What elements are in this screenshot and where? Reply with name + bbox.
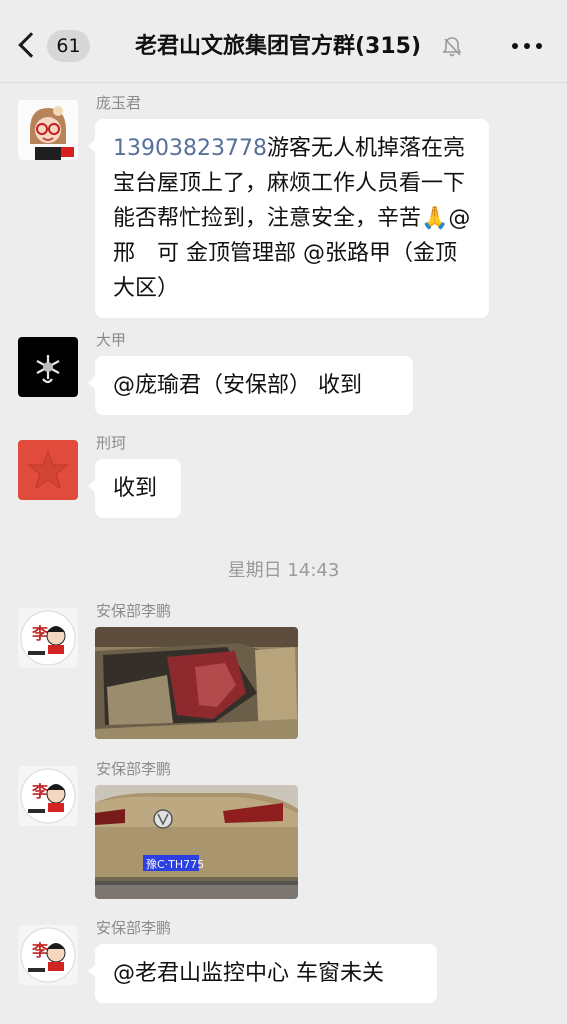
- message-text: @老君山监控中心 车窗未关: [113, 961, 384, 986]
- license-plate: 豫C·TH775: [146, 858, 204, 871]
- chat-title: 老君山文旅集团官方群(315): [134, 34, 422, 59]
- avatar-text: 李: [31, 624, 49, 643]
- car-rear-photo[interactable]: 豫C·TH775: [95, 785, 298, 899]
- avatar[interactable]: [18, 440, 78, 500]
- sender-name: 庞玉君: [96, 94, 142, 112]
- car-interior-photo[interactable]: [95, 627, 298, 739]
- avatar-text: 李: [31, 941, 49, 960]
- bell-off-icon: [442, 37, 462, 57]
- avatar[interactable]: 李: [18, 608, 78, 668]
- sender-name: 安保部李鹏: [96, 919, 172, 937]
- phone-link[interactable]: 13903823778: [113, 136, 267, 161]
- sender-name: 安保部李鹏: [96, 760, 172, 778]
- avatar[interactable]: 李: [18, 925, 78, 985]
- message-text: 收到: [113, 476, 158, 501]
- avatar[interactable]: [18, 100, 78, 160]
- message-bubble[interactable]: @老君山监控中心 车窗未关: [88, 944, 437, 1003]
- time-divider: 星期日 14:43: [227, 560, 340, 581]
- message-text: @庞瑜君（安保部） 收到: [113, 373, 362, 398]
- avatar[interactable]: 李: [18, 766, 78, 826]
- avatar-text: 李: [31, 782, 49, 801]
- sender-name: 大甲: [96, 331, 127, 349]
- message-bubble[interactable]: 收到: [88, 459, 181, 518]
- unread-count-badge[interactable]: 61: [47, 30, 90, 62]
- sender-name: 安保部李鹏: [96, 602, 172, 620]
- sender-name: 刑珂: [96, 434, 127, 452]
- message-bubble[interactable]: 13903823778游客无人机掉落在亮宝台屋顶上了，麻烦工作人员看一下能否帮忙…: [88, 119, 489, 318]
- more-dots-icon[interactable]: [512, 42, 542, 50]
- chevron-left-icon[interactable]: [18, 32, 44, 58]
- chat-header: 61 老君山文旅集团官方群(315): [0, 0, 567, 83]
- message-bubble[interactable]: @庞瑜君（安保部） 收到: [88, 356, 413, 415]
- avatar[interactable]: [18, 337, 78, 397]
